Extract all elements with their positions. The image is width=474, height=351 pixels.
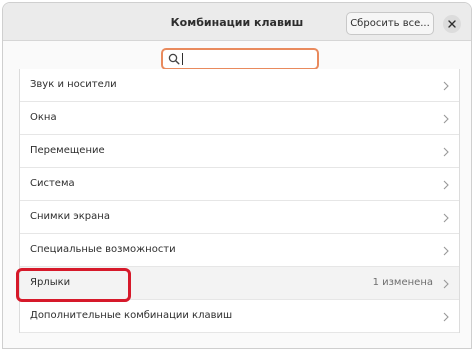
list-item-sound-media[interactable]: Звук и носители [20, 69, 459, 102]
list-item-label: Окна [30, 112, 57, 123]
list-item-windows[interactable]: Окна [20, 102, 459, 135]
list-item-system[interactable]: Система [20, 168, 459, 201]
text-cursor [182, 53, 183, 65]
list-item-label: Звук и носители [30, 79, 117, 90]
chevron-right-icon [443, 246, 449, 256]
close-icon [448, 20, 456, 28]
list-item-label: Система [30, 178, 75, 189]
chevron-right-icon [443, 279, 449, 289]
annotation-highlight-box [16, 268, 131, 302]
chevron-right-icon [443, 81, 449, 91]
keyboard-shortcuts-window: Комбинации клавиш Сбросить все... Звук и… [2, 2, 472, 349]
list-item-label: Перемещение [30, 145, 105, 156]
list-item-navigation[interactable]: Перемещение [20, 135, 459, 168]
chevron-right-icon [443, 312, 449, 322]
list-item-label: Дополнительные комбинации клавиш [30, 310, 233, 321]
list-item-custom-shortcuts[interactable]: Дополнительные комбинации клавиш [20, 300, 459, 333]
chevron-right-icon [443, 114, 449, 124]
list-item-accessibility[interactable]: Специальные возможности [20, 234, 459, 267]
list-item-label: Специальные возможности [30, 244, 176, 255]
list-item-screenshots[interactable]: Снимки экрана [20, 201, 459, 234]
reset-all-button[interactable]: Сбросить все... [346, 12, 434, 35]
modified-count-label: 1 изменена [372, 277, 433, 288]
chevron-right-icon [443, 213, 449, 223]
close-button[interactable] [443, 15, 461, 33]
chevron-right-icon [443, 147, 449, 157]
list-item-label: Снимки экрана [30, 211, 110, 222]
search-icon [168, 53, 180, 65]
chevron-right-icon [443, 180, 449, 190]
header-bar: Комбинации клавиш Сбросить все... [3, 3, 471, 41]
search-field[interactable] [161, 48, 319, 70]
search-input[interactable] [185, 51, 313, 67]
